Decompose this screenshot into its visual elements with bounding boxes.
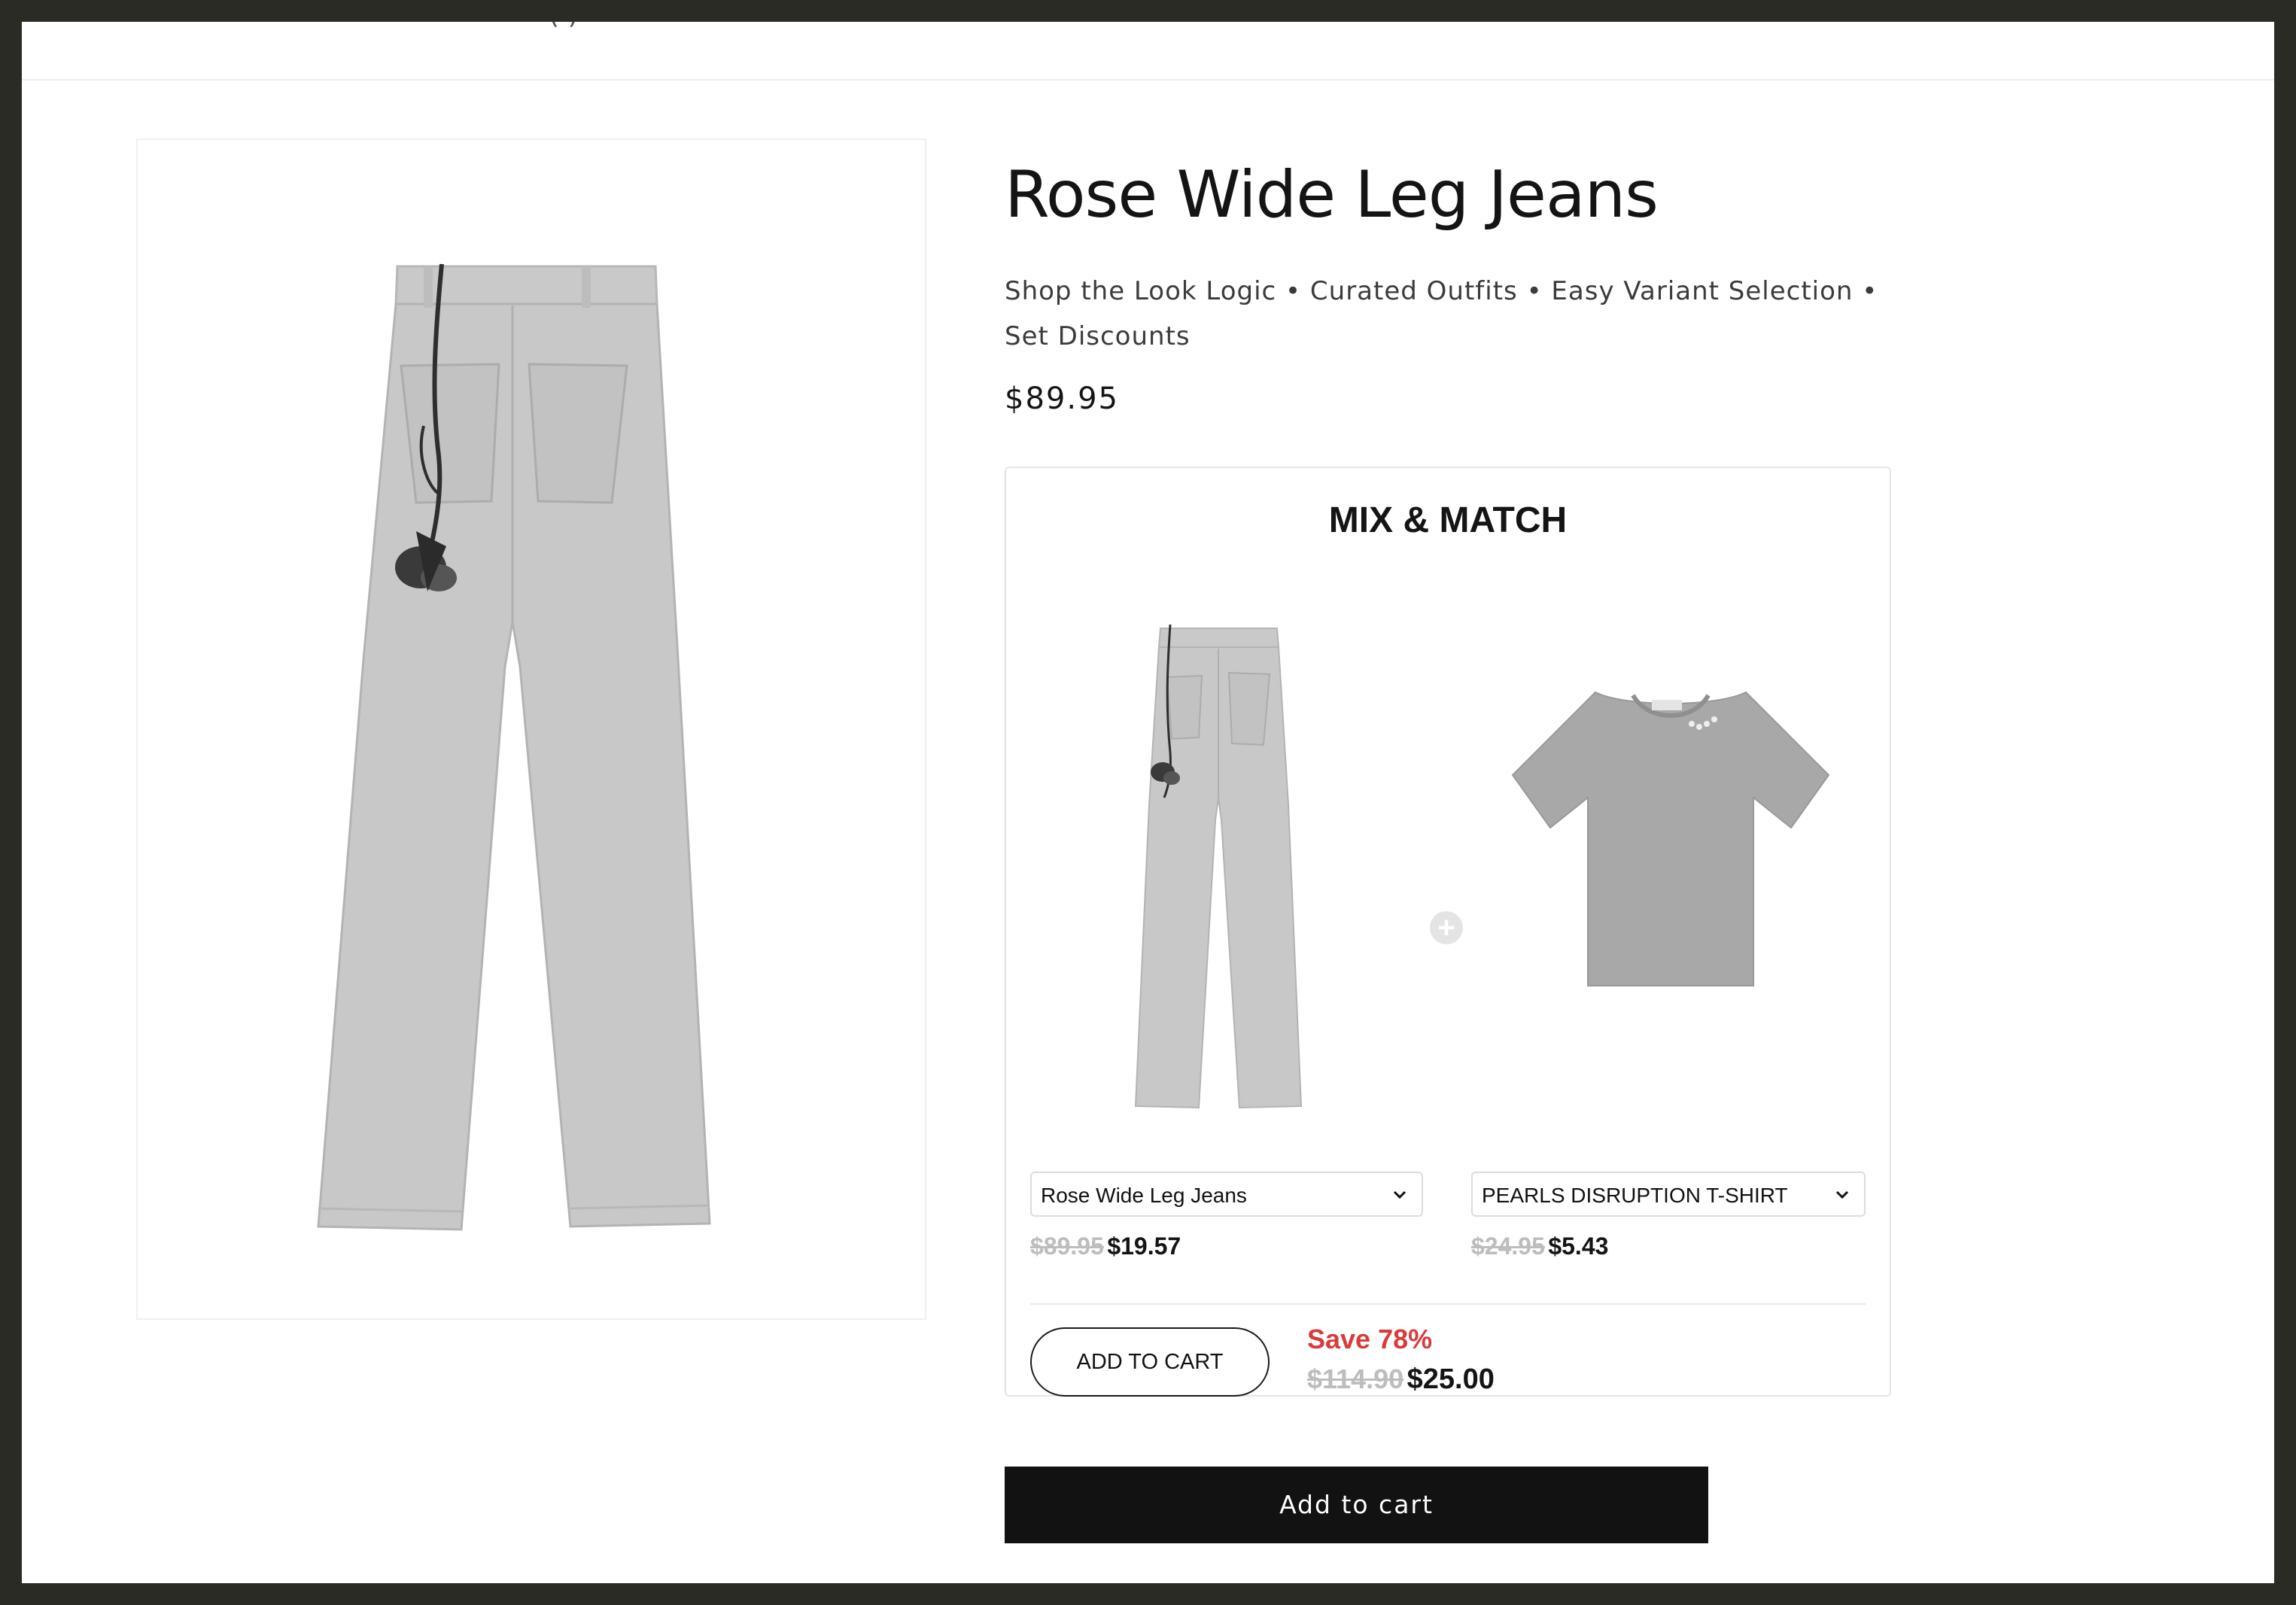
product-main-image[interactable] (136, 138, 926, 1320)
bundle-old-price: $114.90 (1307, 1363, 1404, 1394)
mix-divider (1030, 1303, 1866, 1305)
mix-and-match-panel: MIX & MATCH + Rose Wide Leg Jeans PEARLS… (1005, 467, 1891, 1397)
variant-select-tshirt-value: PEARLS DISRUPTION T-SHIRT (1482, 1184, 1788, 1207)
mix-and-match-title: MIX & MATCH (1328, 500, 1568, 540)
tshirt-new-price: $5.43 (1548, 1233, 1609, 1260)
jeans-new-price: $19.57 (1107, 1233, 1181, 1260)
jeans-image (317, 263, 711, 1231)
chevron-down-icon (1835, 1190, 1849, 1199)
add-to-cart-button[interactable]: Add to cart (1005, 1467, 1708, 1543)
product-features: Shop the Look Logic • Curated Outfits • … (1005, 276, 1878, 351)
product-price: $89.95 (1005, 381, 1119, 416)
tshirt-old-price: $24.95 (1471, 1233, 1545, 1260)
chevron-down-icon (1393, 1190, 1406, 1199)
tshirt-image[interactable] (1505, 677, 1836, 993)
bundle-new-price: $25.00 (1406, 1363, 1495, 1395)
bundle-save-label: Save 78% (1307, 1324, 1433, 1354)
jeans-image[interactable] (1127, 625, 1315, 1114)
product-title: Rose Wide Leg Jeans (1005, 157, 1659, 233)
bundle-price-row: $114.90 $25.00 (1307, 1363, 1495, 1396)
tshirt-price-row: $24.95 $5.43 (1471, 1233, 1608, 1260)
jeans-old-price: $89.95 (1030, 1233, 1104, 1260)
product-page: ( ) (22, 22, 2274, 1583)
header-partial-text: ( ) (549, 22, 579, 30)
plus-circle-icon: + (1430, 911, 1463, 944)
variant-select-jeans[interactable]: Rose Wide Leg Jeans (1030, 1172, 1423, 1217)
jeans-price-row: $89.95 $19.57 (1030, 1233, 1181, 1260)
variant-select-tshirt[interactable]: PEARLS DISRUPTION T-SHIRT (1471, 1172, 1866, 1217)
variant-select-jeans-value: Rose Wide Leg Jeans (1041, 1184, 1247, 1207)
bundle-add-to-cart-button[interactable]: ADD TO CART (1030, 1327, 1270, 1397)
header-divider (22, 79, 2274, 81)
